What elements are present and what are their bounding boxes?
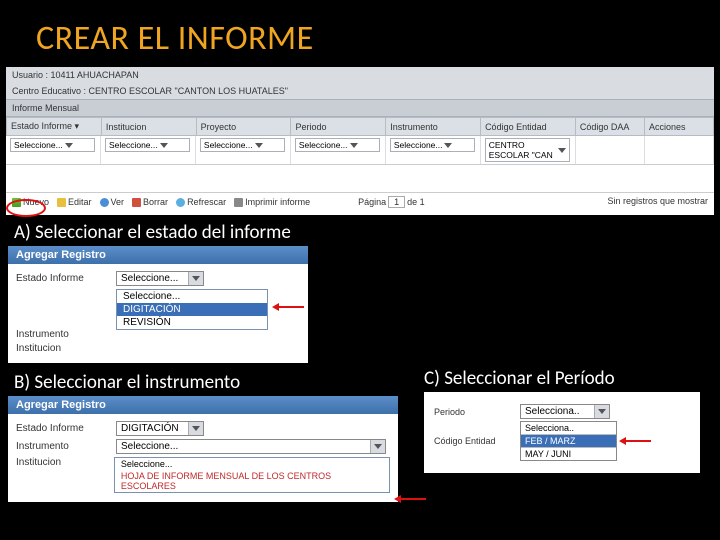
col-acciones: Acciones	[649, 122, 686, 132]
lbl-instrumento-a: Instrumento	[16, 329, 116, 340]
highlight-circle	[6, 199, 46, 217]
imprimir-button[interactable]: Imprimir informe	[234, 196, 310, 208]
periodo-dropdown-c[interactable]: Selecciona.. FEB / MARZ MAY / JUNI	[520, 421, 617, 461]
pager-of: de 1	[407, 197, 425, 207]
lbl-institucion-a: Institucion	[16, 343, 116, 354]
periodo-select-c-value: Selecciona..	[525, 406, 579, 417]
opt-revision[interactable]: REVISIÓN	[117, 316, 267, 329]
opt-c-may[interactable]: MAY / JUNI	[521, 448, 616, 460]
refrescar-label: Refrescar	[187, 197, 226, 207]
editar-label: Editar	[68, 197, 92, 207]
report-grid-panel: Usuario : 10411 AHUACHAPAN Centro Educat…	[6, 67, 714, 215]
grid-filter-row: Seleccione... Seleccione... Seleccione..…	[6, 136, 714, 165]
col-institucion[interactable]: Institucion	[106, 122, 147, 132]
filter-institucion[interactable]: Seleccione...	[105, 138, 190, 152]
filter-periodo-text: Seleccione...	[299, 140, 348, 150]
filter-estado-text: Seleccione...	[14, 140, 63, 150]
chevron-down-icon	[444, 143, 452, 148]
lbl-instrumento-b: Instrumento	[16, 441, 116, 452]
instrumento-select-b-value: Seleccione...	[121, 441, 178, 452]
opt-c-sel[interactable]: Selecciona..	[521, 422, 616, 435]
dialog-b-title: Agregar Registro	[8, 396, 398, 414]
lbl-codent-c: Código Entidad	[434, 436, 520, 446]
opt-digitacion[interactable]: DIGITACIÓN	[117, 303, 267, 316]
lbl-periodo-c: Periodo	[434, 407, 520, 417]
col-codigo-daa[interactable]: Código DAA	[580, 122, 630, 132]
chevron-down-icon	[160, 143, 168, 148]
chevron-down-icon	[65, 143, 73, 148]
dialog-b: Agregar Registro Estado Informe DIGITACI…	[8, 396, 398, 502]
borrar-label: Borrar	[143, 197, 168, 207]
pager-input[interactable]: 1	[388, 196, 405, 208]
section-subtitle: Informe Mensual	[6, 99, 714, 117]
chevron-down-icon	[192, 426, 200, 431]
filter-instrumento-text: Seleccione...	[394, 140, 443, 150]
filter-proyecto-text: Seleccione...	[204, 140, 253, 150]
dialog-a-title: Agregar Registro	[8, 246, 308, 264]
opt-b-seleccione[interactable]: Seleccione...	[115, 458, 389, 470]
slide-title: CREAR EL INFORME	[0, 0, 720, 67]
estado-dropdown-a[interactable]: Seleccione... DIGITACIÓN REVISIÓN	[116, 289, 268, 330]
lbl-estado-b: Estado Informe	[16, 423, 116, 434]
filter-instrumento[interactable]: Seleccione...	[390, 138, 475, 152]
filter-institucion-text: Seleccione...	[109, 140, 158, 150]
borrar-button[interactable]: Borrar	[132, 196, 168, 208]
pager: Página 1 de 1	[358, 196, 425, 208]
chevron-down-icon	[350, 143, 358, 148]
arrow-annotation-c	[625, 440, 651, 442]
trash-icon	[132, 198, 141, 207]
estado-select-a[interactable]: Seleccione...	[116, 271, 204, 286]
chevron-down-icon	[255, 143, 263, 148]
pager-label: Página	[358, 197, 386, 207]
filter-entidad-text: CENTRO ESCOLAR "CAN	[489, 140, 556, 160]
dialog-a: Agregar Registro Estado Informe Seleccio…	[8, 246, 308, 363]
grid-toolbar: Nuevo Editar Ver Borrar Refrescar Imprim…	[6, 192, 714, 211]
panel-c: Periodo Selecciona.. Código Entidad Sele…	[424, 392, 700, 473]
estado-select-b[interactable]: DIGITACIÓN	[116, 421, 204, 436]
opt-seleccione[interactable]: Seleccione...	[117, 290, 267, 303]
chevron-down-icon	[374, 444, 382, 449]
step-c-label: C) Seleccionar el Período	[424, 361, 720, 392]
refresh-icon	[176, 198, 185, 207]
estado-select-b-value: DIGITACIÓN	[121, 423, 179, 434]
col-estado[interactable]: Estado Informe ▾	[11, 121, 79, 132]
arrow-annotation-b	[400, 498, 426, 500]
step-a-label: A) Seleccionar el estado del informe	[0, 215, 720, 246]
col-codigo-entidad[interactable]: Código Entidad	[485, 122, 547, 132]
filter-entidad[interactable]: CENTRO ESCOLAR "CAN	[485, 138, 570, 162]
instrumento-select-b[interactable]: Seleccione...	[116, 439, 386, 454]
imprimir-label: Imprimir informe	[245, 197, 310, 207]
estado-select-a-value: Seleccione...	[121, 273, 178, 284]
step-b-label: B) Seleccionar el instrumento	[0, 365, 406, 396]
eye-icon	[100, 198, 109, 207]
pencil-icon	[57, 198, 66, 207]
lbl-estado-a: Estado Informe	[16, 273, 116, 284]
filter-estado[interactable]: Seleccione...	[10, 138, 95, 152]
filter-periodo[interactable]: Seleccione...	[295, 138, 380, 152]
filter-proyecto[interactable]: Seleccione...	[200, 138, 285, 152]
grid-header-row: Estado Informe ▾ Institucion Proyecto Pe…	[6, 117, 714, 136]
chevron-down-icon	[558, 148, 566, 153]
lbl-institucion-b: Institucion	[16, 457, 114, 468]
col-periodo[interactable]: Periodo	[295, 122, 326, 132]
editar-button[interactable]: Editar	[57, 196, 92, 208]
chevron-down-icon	[192, 276, 200, 281]
user-info: Usuario : 10411 AHUACHAPAN	[6, 67, 714, 83]
col-instrumento[interactable]: Instrumento	[390, 122, 438, 132]
refrescar-button[interactable]: Refrescar	[176, 196, 226, 208]
opt-c-feb[interactable]: FEB / MARZ	[521, 435, 616, 448]
arrow-annotation-a	[278, 306, 304, 308]
print-icon	[234, 198, 243, 207]
periodo-select-c[interactable]: Selecciona..	[520, 404, 610, 419]
ver-label: Ver	[111, 197, 125, 207]
instrumento-dropdown-b[interactable]: Seleccione... HOJA DE INFORME MENSUAL DE…	[114, 457, 390, 493]
no-records-text: Sin registros que mostrar	[607, 196, 708, 208]
col-proyecto[interactable]: Proyecto	[201, 122, 237, 132]
chevron-down-icon	[598, 409, 606, 414]
opt-b-hoja[interactable]: HOJA DE INFORME MENSUAL DE LOS CENTROS E…	[115, 470, 389, 492]
ver-button[interactable]: Ver	[100, 196, 125, 208]
center-info: Centro Educativo : CENTRO ESCOLAR "CANTO…	[6, 83, 714, 99]
